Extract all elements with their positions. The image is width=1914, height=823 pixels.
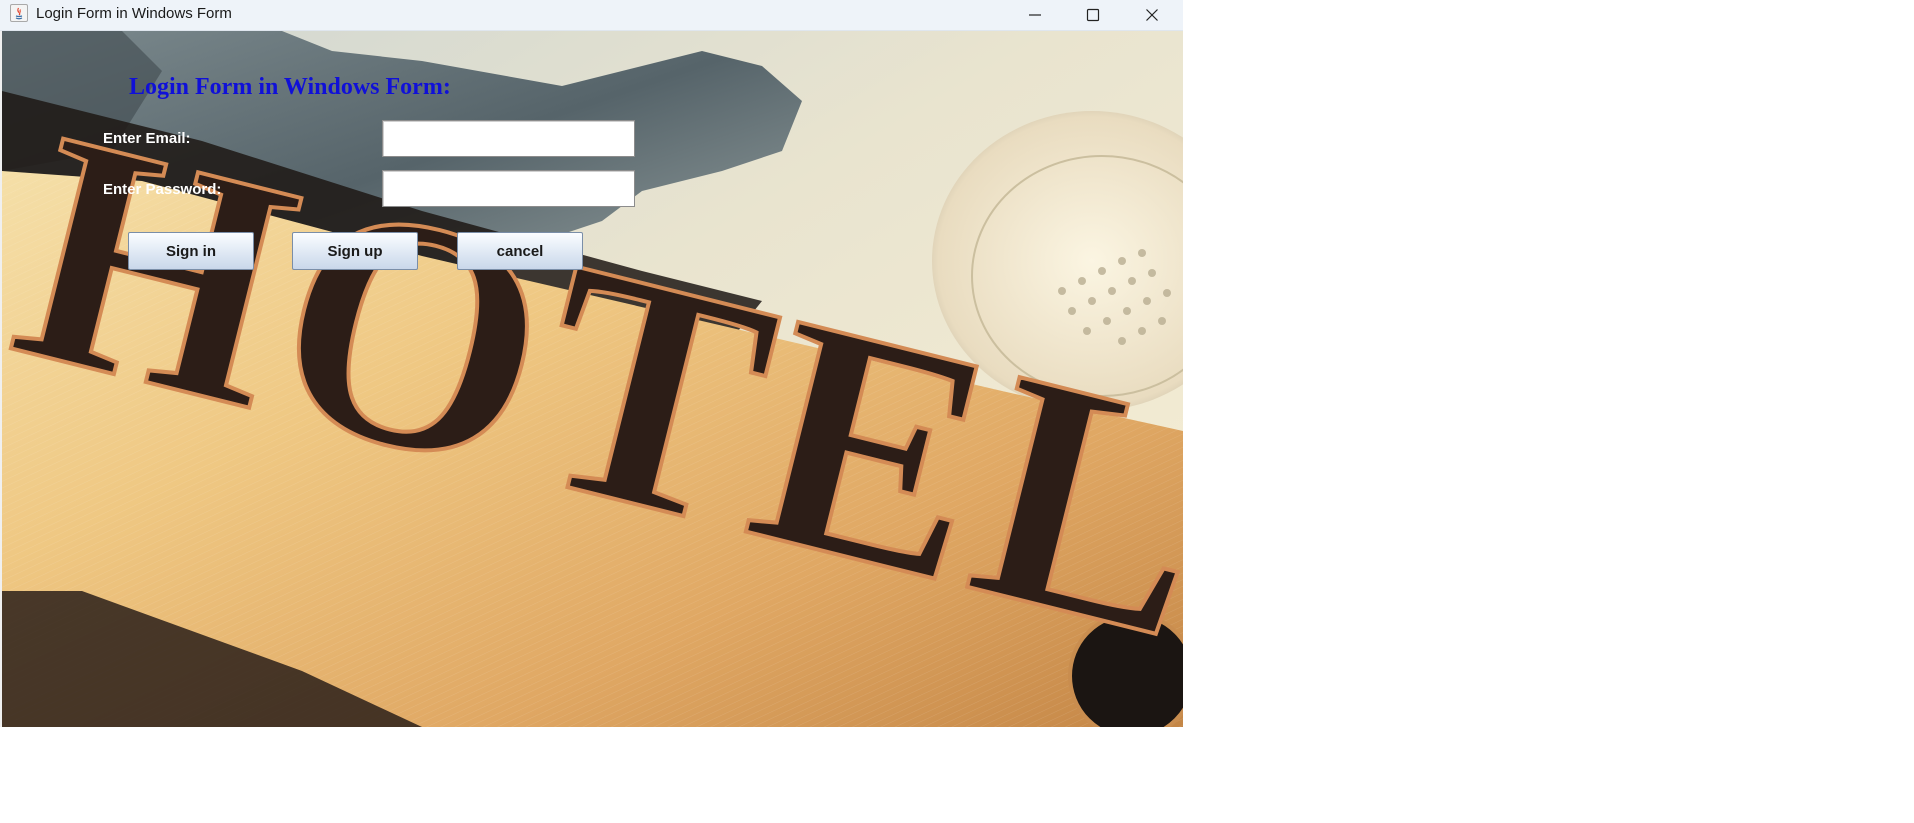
minimize-icon bbox=[1028, 8, 1042, 22]
form-client-area: HOTEL Login Form in Windows Form: Enter … bbox=[2, 31, 1183, 727]
minimize-button[interactable] bbox=[1006, 0, 1064, 30]
title-bar[interactable]: Login Form in Windows Form bbox=[0, 0, 1183, 31]
java-app-icon bbox=[10, 4, 28, 22]
email-label: Enter Email: bbox=[103, 130, 191, 147]
close-button[interactable] bbox=[1123, 0, 1181, 30]
app-window: Login Form in Windows Form HOTEL Login F… bbox=[0, 0, 1183, 727]
form-heading: Login Form in Windows Form: bbox=[129, 74, 451, 100]
maximize-icon bbox=[1086, 8, 1100, 22]
sign-in-button[interactable]: Sign in bbox=[128, 232, 254, 270]
password-label: Enter Password: bbox=[103, 181, 222, 198]
password-field[interactable] bbox=[382, 170, 635, 207]
sign-up-button[interactable]: Sign up bbox=[292, 232, 418, 270]
cancel-button[interactable]: cancel bbox=[457, 232, 583, 270]
close-icon bbox=[1145, 8, 1159, 22]
window-title: Login Form in Windows Form bbox=[36, 5, 232, 22]
email-field[interactable] bbox=[382, 120, 635, 157]
maximize-button[interactable] bbox=[1064, 0, 1122, 30]
